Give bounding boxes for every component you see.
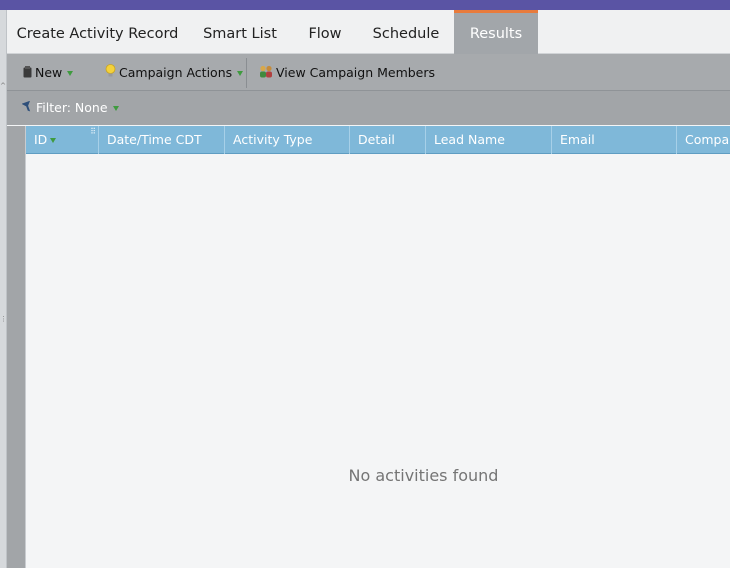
column-menu-icon[interactable]: ⠿ <box>90 128 96 136</box>
chevron-down-icon <box>237 71 244 76</box>
view-campaign-members-label: View Campaign Members <box>276 65 436 80</box>
grid-header: ID ⠿ Date/Time CDT Activity Type Detail … <box>26 126 730 154</box>
column-header-lead-name[interactable]: Lead Name <box>426 126 552 154</box>
chevron-down-icon <box>67 71 74 76</box>
column-label: Lead Name <box>434 132 505 147</box>
column-label: Email <box>560 132 595 147</box>
column-header-email[interactable]: Email <box>552 126 677 154</box>
column-label: Activity Type <box>233 132 313 147</box>
toolbar-divider <box>246 58 247 88</box>
filter-bar: Filter: None <box>7 91 730 125</box>
results-grid: ID ⠿ Date/Time CDT Activity Type Detail … <box>25 126 730 568</box>
column-header-company[interactable]: Company <box>677 126 730 154</box>
column-label: Company <box>685 132 730 147</box>
campaign-actions-button[interactable]: Campaign Actions <box>105 54 244 93</box>
lightbulb-icon <box>105 55 116 93</box>
toolbar: New Campaign Actions View Campaign Membe… <box>7 54 730 91</box>
tab-create-activity-record[interactable]: Create Activity Record <box>7 10 188 54</box>
column-header-date-time[interactable]: Date/Time CDT <box>99 126 225 154</box>
tab-schedule[interactable]: Schedule <box>358 10 454 54</box>
column-label: ID <box>34 132 48 147</box>
tab-bar: Create Activity Record Smart List Flow S… <box>7 10 730 54</box>
new-label: New <box>35 65 63 80</box>
column-label: Date/Time CDT <box>107 132 202 147</box>
column-header-activity-type[interactable]: Activity Type <box>225 126 350 154</box>
grid-left-gutter <box>7 126 25 568</box>
tab-smart-list[interactable]: Smart List <box>188 10 292 54</box>
column-header-detail[interactable]: Detail <box>350 126 426 154</box>
drag-handle-icon[interactable]: ⋮ <box>0 315 7 323</box>
filter-label: Filter: None <box>36 100 108 115</box>
view-campaign-members-button[interactable]: View Campaign Members <box>259 54 435 91</box>
collapse-arrow-icon[interactable]: ^ <box>0 82 6 90</box>
campaign-actions-label: Campaign Actions <box>119 65 233 80</box>
people-icon <box>259 55 273 93</box>
funnel-icon <box>21 92 33 126</box>
left-collapse-rail[interactable]: ^ ⋮ <box>0 10 7 568</box>
chevron-down-icon <box>112 106 119 111</box>
empty-state-message: No activities found <box>348 466 499 485</box>
new-document-icon <box>23 55 32 93</box>
tab-results[interactable]: Results <box>454 10 538 54</box>
sort-arrow-icon <box>50 138 57 143</box>
filter-dropdown[interactable]: Filter: None <box>21 91 119 126</box>
column-label: Detail <box>358 132 395 147</box>
column-header-id[interactable]: ID ⠿ <box>26 126 99 154</box>
new-button[interactable]: New <box>23 54 74 93</box>
tab-flow[interactable]: Flow <box>292 10 358 54</box>
top-bar <box>0 0 730 10</box>
